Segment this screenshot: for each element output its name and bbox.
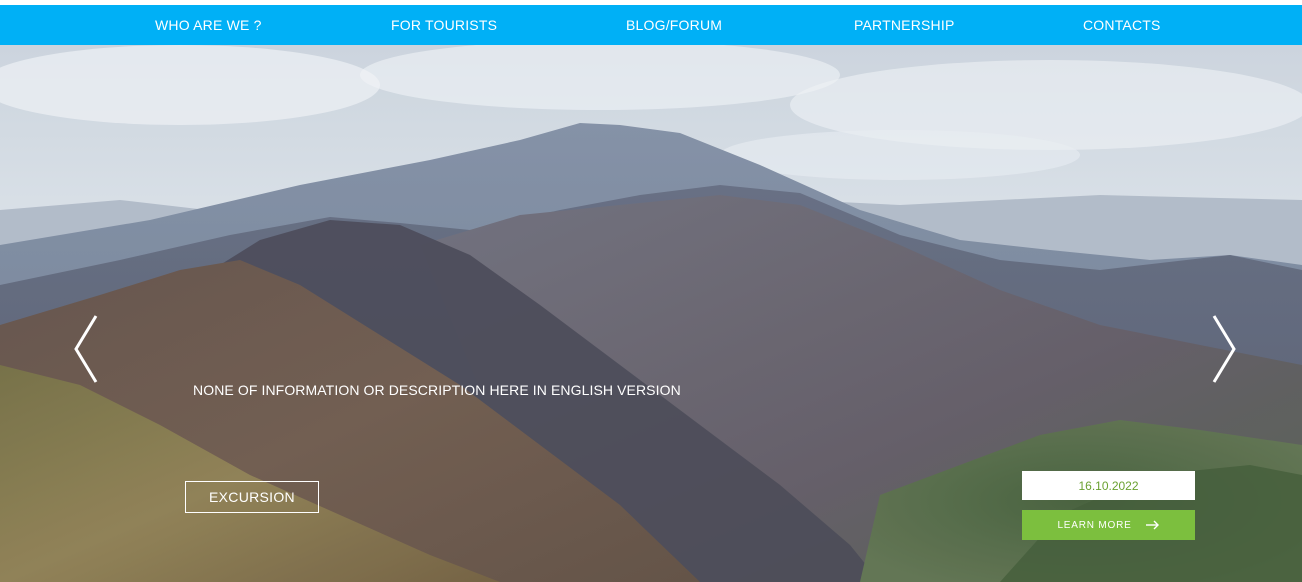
learn-more-label: LEARN MORE (1057, 519, 1132, 531)
slide-date: 16.10.2022 (1022, 471, 1195, 500)
top-navigation-bar: WHO ARE WE ? FOR TOURISTS BLOG/FORUM PAR… (0, 5, 1302, 45)
slide-description: NONE OF INFORMATION OR DESCRIPTION HERE … (193, 382, 681, 398)
nav-item-contacts[interactable]: CONTACTS (1083, 5, 1161, 45)
nav-item-who-are-we[interactable]: WHO ARE WE ? (155, 5, 262, 45)
excursion-category-button[interactable]: EXCURSION (185, 481, 319, 513)
learn-more-button[interactable]: LEARN MORE (1022, 510, 1195, 540)
chevron-right-icon (1212, 315, 1236, 383)
nav-item-partnership[interactable]: PARTNERSHIP (854, 5, 954, 45)
slider-next-button[interactable] (1204, 314, 1244, 384)
slider-prev-button[interactable] (68, 314, 108, 384)
arrow-right-icon (1145, 520, 1159, 530)
nav-item-blog-forum[interactable]: BLOG/FORUM (626, 5, 722, 45)
nav-item-for-tourists[interactable]: FOR TOURISTS (391, 5, 497, 45)
hero-slider: NONE OF INFORMATION OR DESCRIPTION HERE … (0, 45, 1302, 582)
chevron-left-icon (74, 315, 98, 383)
